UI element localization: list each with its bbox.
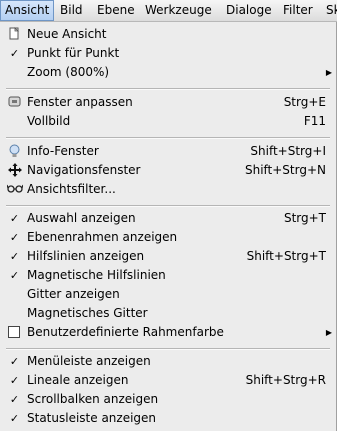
menu-item-vollbild[interactable]: Vollbild F11 xyxy=(0,112,336,131)
menu-item-label: Vollbild xyxy=(27,114,71,128)
menu-bar: Ansicht Bild Ebene Werkzeuge Dialoge Fil… xyxy=(0,0,337,22)
menu-item-fenster-anpassen[interactable]: Fenster anpassen Strg+E xyxy=(0,93,336,112)
menubar-filter[interactable]: Filter xyxy=(279,0,317,21)
menu-item-label: Info-Fenster xyxy=(27,144,99,158)
menu-item-auswahl-anzeigen[interactable]: ✓ Auswahl anzeigen Strg+T xyxy=(0,209,336,228)
menu-separator xyxy=(6,88,330,90)
menu-item-hilfslinien-anzeigen[interactable]: ✓ Hilfslinien anzeigen Shift+Strg+T xyxy=(0,247,336,266)
menu-item-ansichtsfilter[interactable]: Ansichtsfilter... xyxy=(0,180,336,199)
check-icon: ✓ xyxy=(9,355,20,368)
move-arrows-icon xyxy=(7,163,22,178)
menu-item-shortcut: Strg+E xyxy=(283,95,326,109)
menu-item-magnetische-hilfslinien[interactable]: ✓ Magnetische Hilfslinien xyxy=(0,266,336,285)
new-view-icon xyxy=(7,27,22,42)
menu-item-label: Zoom (800%) xyxy=(27,65,110,79)
menu-item-label: Scrollbalken anzeigen xyxy=(27,392,159,406)
shrink-wrap-icon xyxy=(7,95,22,110)
menu-item-label: Ansichtsfilter... xyxy=(27,182,116,196)
menu-item-label: Punkt für Punkt xyxy=(27,46,120,60)
menu-separator xyxy=(6,348,330,350)
check-icon: ✓ xyxy=(9,374,20,387)
submenu-arrow-icon: ▶ xyxy=(325,328,332,337)
menu-item-rahmenfarbe[interactable]: Benutzerdefinierte Rahmenfarbe ▶ xyxy=(0,323,336,342)
menu-item-label: Ebenenrahmen anzeigen xyxy=(27,230,178,244)
menu-item-label: Hilfslinien anzeigen xyxy=(27,249,145,263)
menu-item-label: Magnetisches Gitter xyxy=(27,306,148,320)
menubar-dialoge[interactable]: Dialoge xyxy=(222,0,276,21)
menu-item-shortcut: Shift+Strg+I xyxy=(250,144,326,158)
menu-item-label: Fenster anpassen xyxy=(27,95,133,109)
menu-item-shortcut: F11 xyxy=(303,114,326,128)
menu-item-shortcut: Shift+Strg+R xyxy=(245,373,326,387)
menu-item-punkt-fuer-punkt[interactable]: ✓ Punkt für Punkt xyxy=(0,44,336,63)
menu-item-shortcut: Shift+Strg+N xyxy=(244,163,326,177)
menu-item-navigationsfenster[interactable]: Navigationsfenster Shift+Strg+N xyxy=(0,161,336,180)
menu-item-shortcut: Strg+T xyxy=(283,211,326,225)
check-icon: ✓ xyxy=(9,250,20,263)
menu-item-label: Statusleiste anzeigen xyxy=(27,411,157,425)
menu-item-menueleiste-anzeigen[interactable]: ✓ Menüleiste anzeigen xyxy=(0,352,336,371)
menu-item-label: Gitter anzeigen xyxy=(27,287,120,301)
check-icon: ✓ xyxy=(9,269,20,282)
menu-item-label: Menüleiste anzeigen xyxy=(27,354,151,368)
menu-item-label: Magnetische Hilfslinien xyxy=(27,268,166,282)
check-icon: ✓ xyxy=(9,231,20,244)
menu-item-gitter-anzeigen[interactable]: Gitter anzeigen xyxy=(0,285,336,304)
menu-separator xyxy=(6,137,330,139)
menu-separator xyxy=(6,205,330,207)
menu-item-magnetisches-gitter[interactable]: Magnetisches Gitter xyxy=(0,304,336,323)
check-icon: ✓ xyxy=(9,412,20,425)
menu-item-label: Lineale anzeigen xyxy=(27,373,129,387)
menubar-more[interactable]: Sk xyxy=(322,0,337,21)
menubar-bild[interactable]: Bild xyxy=(56,0,87,21)
menu-item-lineale-anzeigen[interactable]: ✓ Lineale anzeigen Shift+Strg+R xyxy=(0,371,336,390)
check-icon: ✓ xyxy=(9,47,20,60)
lightbulb-icon xyxy=(7,144,22,159)
submenu-arrow-icon: ▶ xyxy=(325,68,332,77)
ansicht-dropdown-menu: Neue Ansicht ✓ Punkt für Punkt Zoom (800… xyxy=(0,22,337,431)
menu-item-ebenenrahmen-anzeigen[interactable]: ✓ Ebenenrahmen anzeigen xyxy=(0,228,336,247)
menu-item-label: Navigationsfenster xyxy=(27,163,141,177)
menu-item-label: Auswahl anzeigen xyxy=(27,211,136,225)
menu-item-neue-ansicht[interactable]: Neue Ansicht xyxy=(0,25,336,44)
unchecked-box-icon xyxy=(8,326,20,338)
menu-item-info-fenster[interactable]: Info-Fenster Shift+Strg+I xyxy=(0,142,336,161)
menu-item-statusleiste-anzeigen[interactable]: ✓ Statusleiste anzeigen xyxy=(0,409,336,428)
check-icon: ✓ xyxy=(9,393,20,406)
menu-item-label: Benutzerdefinierte Rahmenfarbe xyxy=(27,325,224,339)
menubar-ansicht[interactable]: Ansicht xyxy=(0,0,55,21)
menubar-werkzeuge[interactable]: Werkzeuge xyxy=(141,0,216,21)
glasses-icon xyxy=(6,182,24,197)
menu-item-zoom[interactable]: Zoom (800%) ▶ xyxy=(0,63,336,82)
menu-item-scrollbalken-anzeigen[interactable]: ✓ Scrollbalken anzeigen xyxy=(0,390,336,409)
menubar-ebene[interactable]: Ebene xyxy=(93,0,139,21)
menu-item-label: Neue Ansicht xyxy=(27,27,107,41)
check-icon: ✓ xyxy=(9,212,20,225)
menu-item-shortcut: Shift+Strg+T xyxy=(246,249,326,263)
